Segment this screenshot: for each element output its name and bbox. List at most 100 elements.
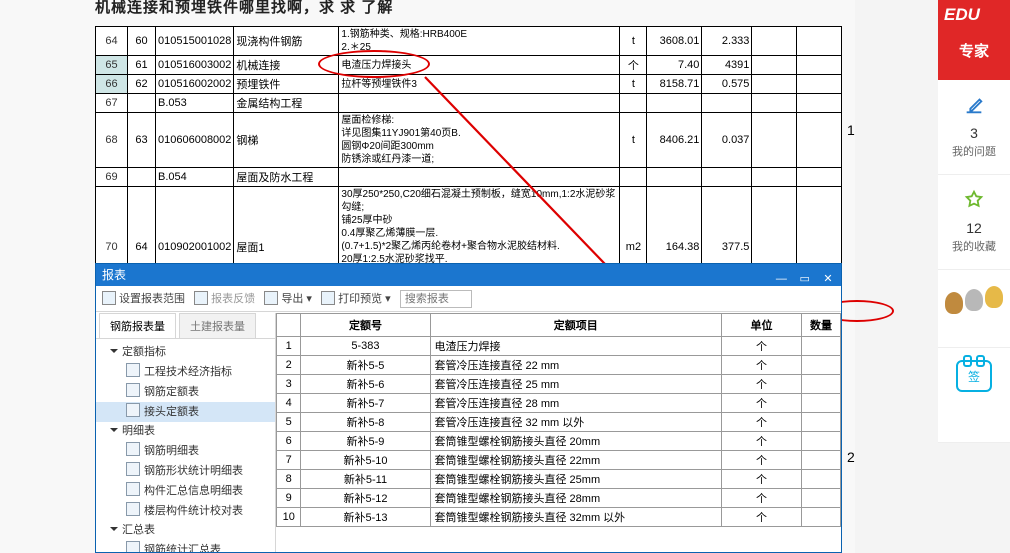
grid-row[interactable]: 15-383电渣压力焊接个 xyxy=(277,337,841,356)
tree-group-summary[interactable]: 汇总表 xyxy=(96,521,275,540)
cell-unit: t xyxy=(620,27,647,56)
brand-banner[interactable]: EDU 专家 xyxy=(938,0,1010,80)
grid-item: 套管冷压连接直径 22 mm xyxy=(430,356,721,375)
grid-unit: 个 xyxy=(721,413,801,432)
tree-item-tech[interactable]: 工程技术经济指标 xyxy=(96,362,275,382)
grid-row[interactable]: 3新补5-6套管冷压连接直径 25 mm个 xyxy=(277,375,841,394)
grid-row[interactable]: 2新补5-5套管冷压连接直径 22 mm个 xyxy=(277,356,841,375)
grid-rownum: 4 xyxy=(277,394,301,413)
cell-seq: 62 xyxy=(128,75,156,94)
cell-v3 xyxy=(752,168,797,187)
cell-v2: 0.575 xyxy=(702,75,752,94)
toolbar-feedback[interactable]: 报表反馈 xyxy=(211,293,255,305)
tree-item-joint-quota[interactable]: 接头定额表 xyxy=(96,402,275,422)
tab-civil[interactable]: 土建报表量 xyxy=(179,313,256,338)
tree-item-steel-sum[interactable]: 钢筋统计汇总表 xyxy=(96,540,275,552)
grid-unit: 个 xyxy=(721,394,801,413)
grid-item: 电渣压力焊接 xyxy=(430,337,721,356)
table-row[interactable]: 67B.053金属结构工程 xyxy=(96,94,842,113)
grid-qty xyxy=(802,451,841,470)
annotation-number-2: 2 xyxy=(847,449,855,465)
my-questions[interactable]: 3 我的问题 xyxy=(938,80,1010,175)
window-title-text: 报表 xyxy=(102,268,126,282)
grid-code: 新补5-9 xyxy=(301,432,430,451)
grid-rownum: 2 xyxy=(277,356,301,375)
tree-item-steel-detail[interactable]: 钢筋明细表 xyxy=(96,441,275,461)
grid-code: 新补5-12 xyxy=(301,489,430,508)
cell-code: 010516002002 xyxy=(156,75,234,94)
checkin-block[interactable]: 签 xyxy=(938,348,1010,443)
my-favorites[interactable]: 12 我的收藏 xyxy=(938,175,1010,270)
grid-qty xyxy=(802,356,841,375)
tree-item-component-detail[interactable]: 构件汇总信息明细表 xyxy=(96,481,275,501)
grid-rownum: 8 xyxy=(277,470,301,489)
cell-v4 xyxy=(797,27,842,56)
quota-grid: 定额号 定额项目 单位 数量 15-383电渣压力焊接个2新补5-5套管冷压连接… xyxy=(276,313,841,527)
grid-row[interactable]: 10新补5-13套筒锥型螺栓钢筋接头直径 32mm 以外个 xyxy=(277,508,841,527)
favorite-label: 我的收藏 xyxy=(938,238,1010,254)
window-titlebar[interactable]: 报表 — ▭ ✕ xyxy=(96,264,841,286)
preview-icon xyxy=(321,291,335,305)
cell-v2: 4391 xyxy=(702,56,752,75)
cell-spec: 屋面检修梯:详见图集11YJ901第40页B.圆钢Φ20间距300mm防锈涂或红… xyxy=(339,113,620,168)
cell-code: 010515001028 xyxy=(156,27,234,56)
grid-unit: 个 xyxy=(721,470,801,489)
grid-rownum: 3 xyxy=(277,375,301,394)
grid-rownum: 10 xyxy=(277,508,301,527)
grid-code: 新补5-8 xyxy=(301,413,430,432)
toolbar-range[interactable]: 设置报表范围 xyxy=(119,293,185,305)
grid-item: 套管冷压连接直径 25 mm xyxy=(430,375,721,394)
minimize-button[interactable]: — xyxy=(772,268,790,282)
toolbar-export[interactable]: 导出 xyxy=(281,293,303,305)
export-icon xyxy=(264,291,278,305)
cell-v1: 7.40 xyxy=(647,56,702,75)
medals-icon xyxy=(938,284,1010,314)
row-number: 68 xyxy=(96,113,128,168)
table-row[interactable]: 6460010515001028现浇构件钢筋1.钢筋种类、规格:HRB400E2… xyxy=(96,27,842,56)
maximize-button[interactable]: ▭ xyxy=(796,268,814,282)
grid-unit: 个 xyxy=(721,337,801,356)
table-row[interactable]: 69B.054屋面及防水工程 xyxy=(96,168,842,187)
tree-item-floor-check[interactable]: 楼层构件统计校对表 xyxy=(96,501,275,521)
grid-rownum: 6 xyxy=(277,432,301,451)
grid-row[interactable]: 5新补5-8套管冷压连接直径 32 mm 以外个 xyxy=(277,413,841,432)
cell-name: 机械连接 xyxy=(234,56,339,75)
tree-item-steel-quota[interactable]: 钢筋定额表 xyxy=(96,382,275,402)
tree-item-shape-detail[interactable]: 钢筋形状统计明细表 xyxy=(96,461,275,481)
cell-v3 xyxy=(752,56,797,75)
grid-row[interactable]: 9新补5-12套筒锥型螺栓钢筋接头直径 28mm个 xyxy=(277,489,841,508)
close-button[interactable]: ✕ xyxy=(819,268,837,282)
tree-group-detail[interactable]: 明细表 xyxy=(96,422,275,441)
tree: 定额指标 工程技术经济指标 钢筋定额表 接头定额表 明细表 钢筋明细表 钢筋形状… xyxy=(96,339,275,552)
grid-item: 套管冷压连接直径 32 mm 以外 xyxy=(430,413,721,432)
grid-row[interactable]: 7新补5-10套筒锥型螺栓钢筋接头直径 22mm个 xyxy=(277,451,841,470)
grid-item: 套筒锥型螺栓钢筋接头直径 28mm xyxy=(430,489,721,508)
grid-qty xyxy=(802,337,841,356)
grid-row[interactable]: 8新补5-11套筒锥型螺栓钢筋接头直径 25mm个 xyxy=(277,470,841,489)
table-row[interactable]: 6863010606008002钢梯屋面检修梯:详见图集11YJ901第40页B… xyxy=(96,113,842,168)
grid-code: 新补5-13 xyxy=(301,508,430,527)
medals-block[interactable] xyxy=(938,270,1010,348)
table-row[interactable]: 6561010516003002机械连接电渣压力焊接头个7.404391 xyxy=(96,56,842,75)
edit-icon xyxy=(938,94,1010,119)
grid-rownum: 7 xyxy=(277,451,301,470)
grid-row[interactable]: 6新补5-9套筒锥型螺栓钢筋接头直径 20mm个 xyxy=(277,432,841,451)
tree-group-quota[interactable]: 定额指标 xyxy=(96,343,275,362)
cell-v3 xyxy=(752,27,797,56)
search-input[interactable] xyxy=(400,290,472,308)
row-number: 66 xyxy=(96,75,128,94)
cell-v4 xyxy=(797,94,842,113)
cell-code: 010606008002 xyxy=(156,113,234,168)
toolbar: 设置报表范围 报表反馈 导出 ▾ 打印预览 ▾ xyxy=(96,286,841,312)
cell-v2 xyxy=(702,168,752,187)
grid-row[interactable]: 4新补5-7套管冷压连接直径 28 mm个 xyxy=(277,394,841,413)
grid-item: 套筒锥型螺栓钢筋接头直径 22mm xyxy=(430,451,721,470)
cell-code: B.054 xyxy=(156,168,234,187)
table-row[interactable]: 6662010516002002预埋铁件拉杆等预埋铁件3t8158.710.57… xyxy=(96,75,842,94)
cell-v1 xyxy=(647,94,702,113)
row-number: 64 xyxy=(96,27,128,56)
toolbar-preview[interactable]: 打印预览 xyxy=(338,293,382,305)
tab-steel[interactable]: 钢筋报表量 xyxy=(99,313,176,338)
grid-head-rownum xyxy=(277,314,301,337)
cell-spec: 电渣压力焊接头 xyxy=(339,56,620,75)
